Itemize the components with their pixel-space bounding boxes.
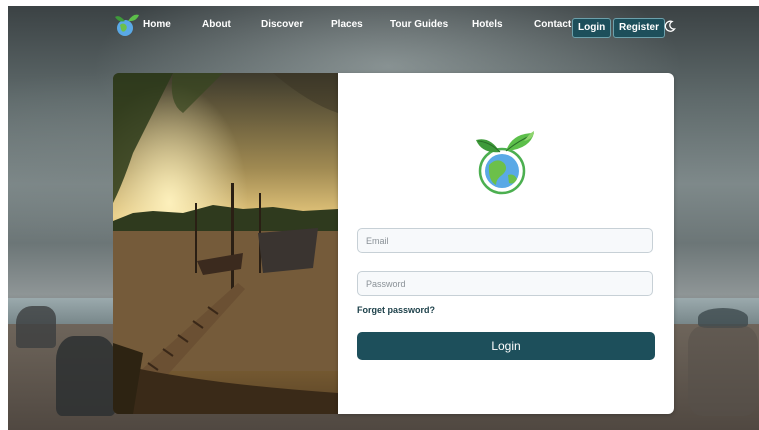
password-field[interactable] [357, 271, 653, 296]
login-form-card: Forget password? Login [338, 73, 674, 414]
nav-link-places[interactable]: Places [331, 19, 363, 30]
background-boat [16, 306, 56, 348]
navbar: Home About Discover Places Tour Guides H… [0, 6, 759, 38]
nav-register-button[interactable]: Register [613, 18, 666, 38]
nav-link-tour-guides[interactable]: Tour Guides [390, 19, 448, 30]
nav-login-button[interactable]: Login [572, 18, 612, 38]
nav-link-contact[interactable]: Contact [534, 19, 571, 30]
login-submit-button[interactable]: Login [357, 332, 655, 360]
email-field[interactable] [357, 228, 653, 253]
background-boat [688, 326, 758, 416]
moon-icon[interactable] [664, 20, 676, 32]
nav-link-about[interactable]: About [202, 19, 231, 30]
brand-logo-icon[interactable] [114, 12, 140, 38]
login-hero-photo [113, 73, 338, 414]
forget-password-link[interactable]: Forget password? [357, 305, 435, 315]
globe-leaf-icon [476, 131, 534, 195]
background-boat [56, 336, 116, 416]
nav-link-hotels[interactable]: Hotels [472, 19, 503, 30]
nav-link-discover[interactable]: Discover [261, 19, 303, 30]
river-sunset-image [113, 73, 338, 414]
background-boat [698, 308, 748, 328]
nav-link-home[interactable]: Home [143, 19, 171, 30]
